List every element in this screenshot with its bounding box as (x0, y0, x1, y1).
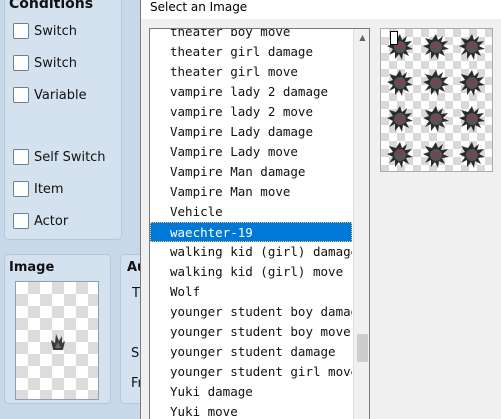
image-preview-grid[interactable] (380, 28, 493, 172)
spiky-creature-icon (423, 142, 449, 168)
checkbox[interactable] (13, 181, 29, 197)
list-item[interactable]: younger student damage (150, 342, 352, 362)
spiky-creature-icon (423, 34, 449, 60)
list-item-selected[interactable]: waechter-19 (150, 222, 352, 242)
condition-actor[interactable]: Actor (13, 211, 68, 231)
scroll-up-arrow-icon[interactable]: ▲ (354, 29, 369, 46)
checkbox[interactable] (13, 87, 29, 103)
condition-variable[interactable]: Variable (13, 85, 87, 105)
selection-frame (390, 31, 398, 45)
list-item[interactable]: Vampire Man move (150, 182, 352, 202)
spiky-creature-icon (387, 142, 413, 168)
image-title: Image (9, 260, 55, 275)
image-file-list[interactable]: theater boy move theater girl damage theat… (149, 28, 370, 419)
spiky-creature-icon (459, 34, 485, 60)
spiky-creature-icon (459, 142, 485, 168)
list-item[interactable]: vampire lady 2 move (150, 102, 352, 122)
condition-self-switch[interactable]: Self Switch (13, 147, 106, 167)
list-item[interactable]: younger student boy damage (150, 302, 352, 322)
list-item[interactable]: theater boy move (150, 29, 352, 42)
list-item[interactable]: theater girl move (150, 62, 352, 82)
list-item[interactable]: younger student girl move (150, 362, 352, 382)
checkbox[interactable] (13, 149, 29, 165)
spiky-creature-icon (459, 106, 485, 132)
scroll-thumb[interactable] (357, 333, 368, 362)
list-scrollbar[interactable]: ▲ (353, 29, 369, 419)
list-item[interactable]: Vampire Man damage (150, 162, 352, 182)
condition-label: Item (34, 181, 64, 197)
event-image-preview[interactable] (15, 281, 99, 400)
list-item[interactable]: Wolf (150, 282, 352, 302)
condition-label: Actor (34, 213, 69, 229)
condition-label: Self Switch (34, 149, 106, 165)
select-image-dialog: Select an Image theater boy move theater … (140, 0, 501, 419)
list-item[interactable]: younger student boy move (150, 322, 352, 342)
dialog-title: Select an Image (150, 0, 248, 14)
list-item[interactable]: Yuki damage (150, 382, 352, 402)
list-item[interactable]: Vampire Lady damage (150, 122, 352, 142)
condition-switch-1[interactable]: Switch (13, 21, 77, 41)
type-label: T (132, 286, 140, 301)
conditions-title: Conditions (9, 0, 94, 12)
checkbox[interactable] (13, 23, 29, 39)
character-sprite-icon (51, 334, 65, 350)
condition-switch-2[interactable]: Switch (13, 53, 77, 73)
checkbox[interactable] (13, 55, 29, 71)
spiky-creature-icon (387, 106, 413, 132)
condition-label: Variable (34, 87, 87, 103)
spiky-creature-icon (423, 106, 449, 132)
list-item[interactable]: walking kid (girl) move (150, 262, 352, 282)
spiky-creature-icon (387, 70, 413, 96)
list-item[interactable]: vampire lady 2 damage (150, 82, 352, 102)
spiky-creature-icon (459, 70, 485, 96)
checkbox[interactable] (13, 213, 29, 229)
list-item[interactable]: Vampire Lady move (150, 142, 352, 162)
list-item[interactable]: Yuki move (150, 402, 352, 419)
condition-label: Switch (34, 23, 77, 39)
condition-label: Switch (34, 55, 77, 71)
condition-item[interactable]: Item (13, 179, 64, 199)
spiky-creature-icon (423, 70, 449, 96)
list-item[interactable]: walking kid (girl) damage (150, 242, 352, 262)
dialog-titlebar: Select an Image (141, 0, 501, 19)
list-item[interactable]: theater girl damage (150, 42, 352, 62)
list-item[interactable]: Vehicle (150, 202, 352, 222)
